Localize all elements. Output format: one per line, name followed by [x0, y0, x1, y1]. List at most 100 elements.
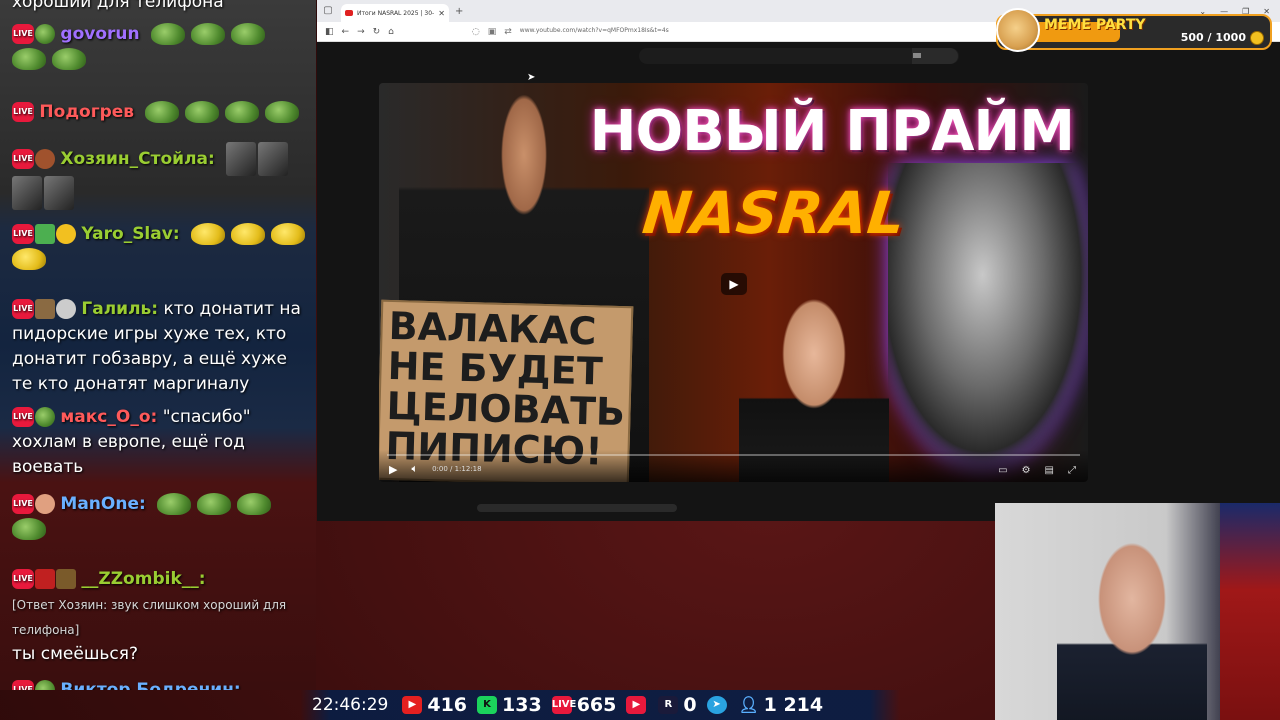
user-badge-icon	[35, 494, 55, 514]
youtube-search-input[interactable]	[639, 48, 959, 64]
live-badge-icon: LIVE	[12, 24, 34, 44]
home-icon[interactable]: ⌂	[388, 27, 394, 37]
progress-bar[interactable]	[387, 454, 1080, 456]
webcam-flag	[1220, 503, 1280, 720]
vk-live-icon: LIVE	[551, 696, 576, 714]
live-badge-icon: LIVE	[12, 494, 34, 514]
chat-message: LIVE макс_О_о: "спасибо" хохлам в европе…	[12, 405, 312, 480]
reload-icon[interactable]: ↻	[373, 27, 381, 37]
trovo-viewers: ▶	[626, 696, 648, 714]
vk-count: 665	[576, 694, 617, 716]
chat-text: ты смеёшься?	[12, 644, 138, 664]
kick-icon: K	[477, 696, 498, 714]
coin-icon	[1250, 31, 1264, 45]
play-button-icon[interactable]: ▶	[389, 463, 397, 476]
live-badge-icon: LIVE	[12, 569, 34, 589]
tab-title: Итоги NASRAL 2025 | 30-ти че	[357, 9, 435, 17]
wolf-emote-icon	[44, 176, 74, 210]
stream-clock: 22:46:29	[312, 695, 389, 715]
subtitles-icon[interactable]: ▭	[998, 465, 1007, 476]
chat-message: LIVE Yaro_Slav:	[12, 222, 312, 272]
frog-emote-icon	[12, 48, 46, 70]
chat-nick: ManOne:	[60, 494, 146, 514]
chat-nick: __ZZombik__:	[81, 569, 206, 589]
chat-nick: govorun	[60, 24, 140, 44]
user-badge-icon	[35, 224, 55, 244]
chat-message: LIVE Галиль: кто донатит на пидорские иг…	[12, 297, 312, 397]
user-badge-icon	[56, 224, 76, 244]
volume-icon[interactable]: 🔈︎	[411, 462, 418, 476]
chat-nick: Виктор Бодренин:	[60, 680, 241, 690]
permissions-icon: ⇄	[504, 26, 512, 37]
user-icon: 👤︎	[738, 695, 759, 714]
kick-count: 133	[502, 694, 542, 716]
video-player[interactable]: НОВЫЙ ПРАЙМ NASRAL ВАЛАКАС НЕ БУДЕТ ЦЕЛО…	[379, 83, 1088, 482]
duck-emote-icon	[191, 223, 226, 245]
youtube-icon: ▶	[402, 696, 423, 714]
frog-emote-icon	[52, 48, 86, 70]
youtube-favicon-icon	[345, 10, 353, 16]
streamer-avatar	[1057, 523, 1207, 720]
frog-emote-icon	[157, 493, 192, 515]
fullscreen-icon[interactable]: ⤢	[1068, 465, 1076, 476]
play-brand-icon: ▶	[626, 696, 647, 714]
sidebar-toggle-icon[interactable]: ◧	[325, 27, 334, 37]
tab-youtube[interactable]: Итоги NASRAL 2025 | 30-ти че ✕	[341, 4, 449, 22]
chat-message: LIVE govorun	[12, 22, 312, 72]
address-bar[interactable]: ◌ ▣ ⇄ www.youtube.com/watch?v=qMFOPmx18I…	[472, 27, 669, 37]
new-tab-icon[interactable]: +	[455, 6, 463, 17]
controls-left: ▶ 🔈︎ 0:00 / 1:12:18	[389, 462, 482, 476]
time-display: 0:00 / 1:12:18	[432, 465, 482, 473]
user-badge-icon	[35, 24, 55, 44]
wolf-emote-icon	[258, 142, 289, 176]
frog-emote-icon	[237, 493, 272, 515]
thumbnail-person-right	[888, 163, 1088, 482]
chat-panel: хороший для телифона LIVE govorun LIVE П…	[0, 0, 316, 690]
user-badge-icon	[35, 569, 55, 589]
chat-nick: макс_О_о:	[60, 407, 158, 427]
reply-quote: [Ответ Хозяин: звук слишком хороший для …	[12, 598, 287, 637]
vk-live-viewers: LIVE 665	[551, 694, 617, 716]
chat-nick: Yaro_Slav:	[81, 224, 180, 244]
live-badge-icon: LIVE	[12, 102, 34, 122]
kick-viewers: K 133	[477, 694, 542, 716]
back-icon[interactable]: ←	[342, 27, 350, 37]
shield-icon: ◌	[471, 26, 480, 37]
frog-emote-icon	[225, 101, 260, 123]
user-badge-icon	[56, 299, 76, 319]
settings-gear-icon[interactable]: ⚙	[1022, 465, 1031, 476]
play-icon[interactable]: ▶	[721, 273, 747, 295]
chat-nick: Галиль:	[81, 299, 159, 319]
miniplayer-icon[interactable]: ▤	[1045, 465, 1054, 476]
user-badge-icon	[35, 407, 55, 427]
tab-overview-icon[interactable]: ▢	[321, 4, 335, 18]
keyboard-icon[interactable]	[913, 53, 921, 58]
duck-emote-icon	[12, 248, 46, 270]
close-icon[interactable]: ✕	[438, 9, 445, 18]
rutube-count: 0	[683, 694, 697, 716]
chat-message: LIVE __ZZombik__: [Ответ Хозяин: звук сл…	[12, 567, 312, 667]
webcam-feed	[995, 503, 1280, 720]
frog-emote-icon	[151, 23, 186, 45]
meme-party-title: MEME PARTY	[1044, 17, 1146, 33]
mouse-cursor-icon: ➤	[527, 72, 536, 83]
live-badge-icon: LIVE	[12, 680, 34, 690]
live-badge-icon: LIVE	[12, 224, 34, 244]
live-badge-icon: LIVE	[12, 149, 34, 169]
rutube-icon: R	[658, 696, 679, 714]
lock-icon: ▣	[487, 26, 497, 37]
scroll-indicator[interactable]	[477, 504, 677, 512]
forward-icon[interactable]: →	[357, 27, 365, 37]
player-controls: ▶ 🔈︎ 0:00 / 1:12:18 ▭ ⚙ ▤ ⤢	[379, 450, 1088, 482]
duck-emote-icon	[271, 223, 306, 245]
frog-emote-icon	[191, 23, 226, 45]
url-text[interactable]: www.youtube.com/watch?v=qMFOPmx18Is&t=4s	[520, 27, 669, 37]
frog-emote-icon	[231, 23, 266, 45]
telegram-link: ➤	[706, 696, 729, 714]
live-badge-icon: LIVE	[12, 407, 34, 427]
duck-emote-icon	[231, 223, 266, 245]
frog-emote-icon	[145, 101, 180, 123]
wolf-emote-icon	[226, 142, 257, 176]
frog-emote-icon	[265, 101, 300, 123]
frog-emote-icon	[197, 493, 232, 515]
